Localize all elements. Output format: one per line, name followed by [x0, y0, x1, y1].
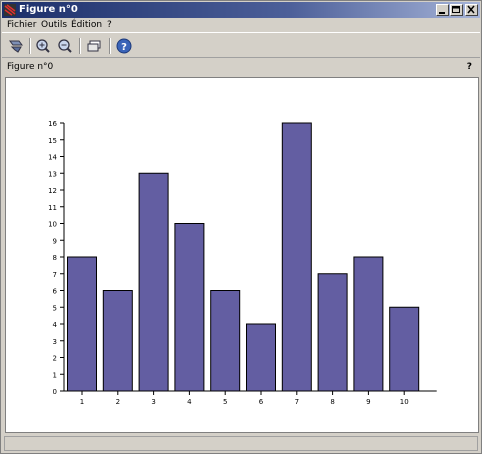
x-tick-label: 5 [223, 398, 227, 406]
x-tick-label: 3 [151, 398, 155, 406]
y-tick-label: 10 [48, 221, 57, 229]
toolbar-separator [109, 38, 111, 54]
bar [210, 290, 241, 392]
y-tick-label: 4 [53, 321, 58, 329]
y-tick-label: 1 [53, 371, 57, 379]
figure-help[interactable]: ? [467, 59, 472, 75]
bar [102, 290, 133, 392]
figure-header: Figure n°0 ? [2, 59, 480, 75]
maximize-button[interactable] [450, 4, 463, 16]
y-tick-label: 3 [53, 338, 57, 346]
bar [67, 256, 97, 392]
figure-label: Figure n°0 [7, 62, 54, 72]
y-tick-label: 12 [48, 187, 57, 195]
minimize-icon [439, 12, 445, 14]
y-tick-label: 6 [53, 288, 58, 296]
zoom-out-icon[interactable] [56, 37, 74, 55]
toolbar: ? [2, 32, 480, 58]
maximize-icon [452, 6, 460, 13]
status-bar [4, 436, 478, 451]
toolbar-separator [29, 38, 31, 54]
bar [353, 256, 384, 392]
figure-window: Figure n°0 Fichier Outils Édition ? ? Fi… [0, 0, 482, 454]
close-icon [467, 5, 475, 14]
y-tick-label: 5 [53, 304, 57, 312]
y-tick-label: 13 [48, 170, 57, 178]
y-tick-label: 0 [53, 388, 57, 396]
y-tick-label: 7 [53, 271, 57, 279]
x-tick-label: 1 [80, 398, 84, 406]
x-tick-label: 2 [116, 398, 120, 406]
close-button[interactable] [465, 4, 478, 16]
x-tick-label: 10 [400, 398, 409, 406]
y-tick-label: 15 [48, 137, 57, 145]
x-tick-label: 6 [259, 398, 264, 406]
bar [246, 323, 276, 392]
plot-canvas[interactable]: 0 1 2 3 4 5 6 7 8 9 10 11 12 13 14 15 16 1 2 3 4 5 6 7 8 9 10 [5, 77, 479, 433]
window-title: Figure n°0 [19, 4, 78, 15]
menu-fichier[interactable]: Fichier [7, 18, 36, 32]
x-tick-label: 9 [366, 398, 370, 406]
menu-outils[interactable]: Outils [41, 18, 67, 32]
help-icon[interactable]: ? [115, 37, 133, 55]
bar [138, 172, 169, 392]
title-bar[interactable]: Figure n°0 [2, 2, 480, 18]
datatip-icon[interactable] [85, 37, 103, 55]
y-tick-label: 16 [48, 120, 57, 128]
x-tick-label: 8 [330, 398, 334, 406]
y-tick-label: 11 [48, 204, 57, 212]
scilab-icon [4, 4, 16, 16]
zoom-in-icon[interactable] [34, 37, 52, 55]
x-tick-label: 4 [187, 398, 192, 406]
y-tick-label: 14 [48, 154, 57, 162]
y-tick-label: 9 [53, 237, 57, 245]
menu-edition[interactable]: Édition [71, 18, 102, 32]
x-tick-label: 7 [295, 398, 299, 406]
bar [317, 273, 348, 392]
y-tick-label: 2 [53, 355, 57, 363]
bar-chart: 0123456789101112131415161 2 3 4 5 6 7 8 9 10 [48, 120, 437, 406]
toolbar-separator [79, 38, 81, 54]
rotate-icon[interactable] [7, 37, 25, 55]
bar [281, 122, 312, 392]
y-tick-label: 8 [53, 254, 57, 262]
bar [389, 306, 420, 392]
menu-bar: Fichier Outils Édition ? [2, 18, 480, 32]
minimize-button[interactable] [436, 4, 449, 16]
bar [174, 223, 205, 392]
svg-text:?: ? [121, 42, 127, 53]
menu-help[interactable]: ? [107, 18, 112, 32]
